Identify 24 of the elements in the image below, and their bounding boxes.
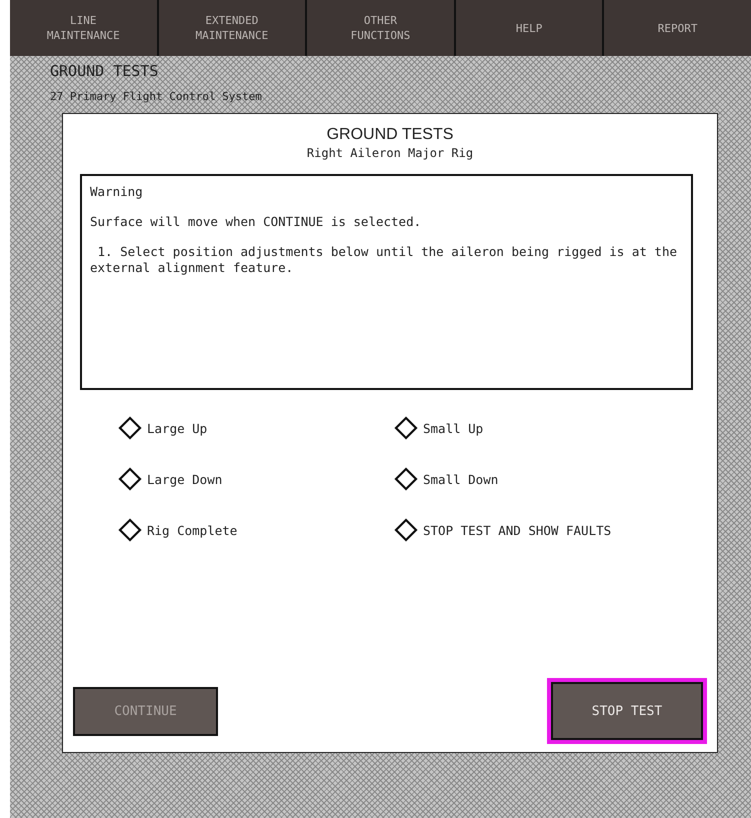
dialog-subtitle: Right Aileron Major Rig xyxy=(306,146,474,160)
menu-tab[interactable]: OTHER FUNCTIONS xyxy=(307,0,456,56)
message-text: Surface will move when CONTINUE is selected. xyxy=(90,214,422,230)
option-button[interactable]: Small Up xyxy=(394,416,694,440)
menu-tab[interactable]: EXTENDED MAINTENANCE xyxy=(158,0,308,56)
diamond-icon xyxy=(118,467,142,491)
diamond-icon xyxy=(394,467,418,491)
option-button[interactable]: Large Down xyxy=(118,467,394,491)
diamond-icon xyxy=(394,416,418,440)
diamond-icon xyxy=(394,518,418,542)
menu-tab[interactable]: REPORT xyxy=(604,0,751,56)
system-name: 27 Primary Flight Control System xyxy=(50,90,263,103)
page-title: GROUND TESTS xyxy=(50,62,160,80)
option-button[interactable]: Rig Complete xyxy=(118,518,394,542)
diamond-icon xyxy=(118,518,142,542)
dialog-title: GROUND TESTS xyxy=(326,126,454,144)
message-text: 1. Select position adjustments below until the aileron being rigged is at the external alignment feature. xyxy=(90,244,678,276)
menu-tab[interactable]: HELP xyxy=(456,0,604,56)
option-button[interactable]: Small Down xyxy=(394,467,694,491)
option-button[interactable]: Large Up xyxy=(118,416,394,440)
message-heading: Warning xyxy=(90,184,144,200)
menu-tab[interactable]: LINE MAINTENANCE xyxy=(10,0,159,56)
option-button[interactable]: STOP TEST AND SHOW FAULTS xyxy=(394,518,694,542)
diamond-icon xyxy=(118,416,142,440)
